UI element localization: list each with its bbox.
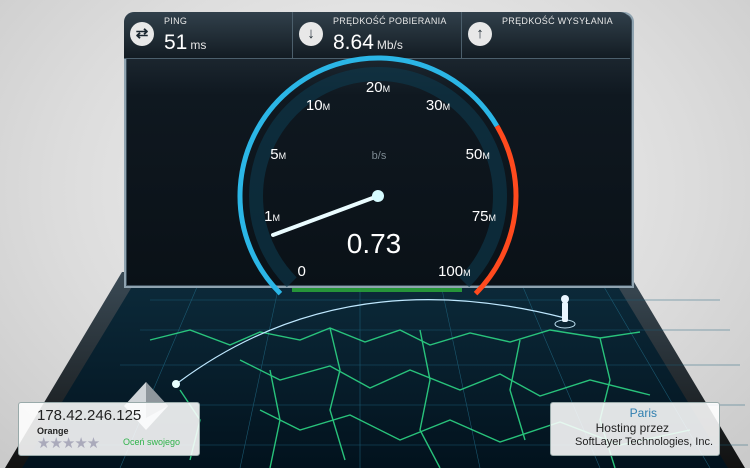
gauge-tick-3: 10M (305, 97, 331, 115)
hosting-label: Hosting przez (595, 421, 669, 435)
server-city[interactable]: Paris (630, 406, 657, 420)
gauge-tick-1: 1M (264, 208, 280, 226)
gauge-tick-5: 30M (425, 97, 451, 115)
gauge-tick-4: 20M (365, 79, 391, 96)
gauge-unit-label: b/s (371, 150, 387, 162)
gauge-tick-8: 100M (438, 263, 471, 281)
gauge-tick-7: 75M (471, 208, 497, 226)
gauge-tick-0: 0 (297, 263, 306, 281)
rate-isp-link[interactable]: Oceń swojego (123, 437, 180, 447)
server-info-box: Paris Hosting przez SoftLayer Technologi… (550, 402, 720, 456)
gauge-tick-2: 5M (270, 145, 287, 163)
gauge-needle-hub (372, 190, 384, 202)
client-location-dot (172, 380, 180, 388)
rating-stars[interactable]: ★★★★★ (37, 434, 100, 452)
hosting-provider: SoftLayer Technologies, Inc. (575, 436, 713, 448)
gauge-tick-6: 50M (465, 145, 490, 163)
speedtest-stage: ⇄ PING 51 ms ↓ PRĘDKOŚĆ POBIERANIA 8.64 Mb… (0, 0, 750, 468)
client-info-box: 178.42.246.125 Orange ★★★★★ Oceń swojego (18, 402, 200, 456)
client-ip: 178.42.246.125 (37, 407, 142, 424)
gauge-current-speed: 0.73 (346, 228, 402, 259)
